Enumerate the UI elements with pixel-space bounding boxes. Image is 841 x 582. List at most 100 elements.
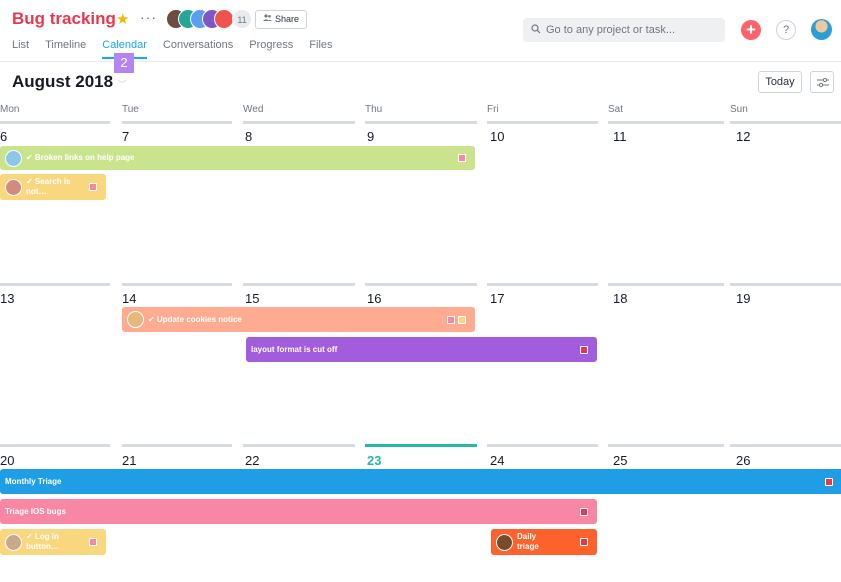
- day-cell-number[interactable]: 12: [736, 129, 750, 144]
- tag-marker: [89, 183, 97, 191]
- day-cell-number[interactable]: 15: [245, 291, 259, 306]
- tag-marker: [447, 315, 455, 324]
- day-divider: [122, 121, 232, 124]
- day-cell-number[interactable]: 26: [736, 453, 750, 468]
- task-bar[interactable]: layout format is cut off: [246, 337, 597, 362]
- tag-marker: [825, 477, 833, 486]
- task-title: ✔ Search is not…: [26, 177, 71, 196]
- assignee-avatar: [5, 178, 22, 196]
- task-bar[interactable]: Daily triage: [491, 529, 597, 555]
- help-button[interactable]: ?: [776, 20, 796, 40]
- task-title: ✔ Update cookies notice: [148, 314, 242, 324]
- tag-marker: [89, 538, 97, 546]
- today-divider: [365, 444, 477, 447]
- tab-list[interactable]: List: [12, 39, 29, 59]
- task-title: Daily triage: [517, 532, 539, 551]
- day-divider: [365, 283, 477, 286]
- tag-marker: [458, 315, 466, 324]
- star-icon[interactable]: ★: [116, 10, 129, 28]
- step-badge: 2: [114, 53, 134, 73]
- day-divider: [0, 444, 110, 447]
- day-divider: [122, 444, 232, 447]
- assignee-avatar: [5, 149, 22, 167]
- task-title: ✔ Broken links on help page: [26, 153, 135, 162]
- day-divider: [730, 283, 841, 286]
- day-cell-number[interactable]: 20: [0, 453, 14, 468]
- day-cell-number[interactable]: 25: [613, 453, 627, 468]
- weekday-thu: Thu: [365, 104, 383, 115]
- day-cell-number[interactable]: 6: [0, 129, 7, 144]
- day-divider: [0, 283, 110, 286]
- member-avatar: [214, 9, 234, 29]
- day-cell-number[interactable]: 18: [613, 291, 627, 306]
- task-bar[interactable]: ✔ Broken links on help page: [0, 146, 475, 170]
- day-cell-number[interactable]: 24: [490, 453, 504, 468]
- day-divider: [608, 121, 724, 124]
- tab-timeline[interactable]: Timeline: [45, 39, 86, 59]
- day-divider: [122, 283, 232, 286]
- weekday-mon: Mon: [0, 104, 20, 115]
- day-cell-number[interactable]: 10: [490, 129, 504, 144]
- month-title[interactable]: August 2018: [12, 72, 113, 92]
- task-bar[interactable]: ✔ Search is not…: [0, 174, 106, 200]
- share-label: Share: [275, 14, 300, 24]
- weekday-tue: Tue: [122, 104, 139, 115]
- assignee-avatar: [5, 533, 22, 551]
- day-divider: [365, 121, 477, 124]
- tab-progress[interactable]: Progress: [249, 39, 293, 59]
- day-cell-number[interactable]: 8: [245, 129, 252, 144]
- day-cell-number[interactable]: 21: [122, 453, 136, 468]
- filter-settings-button[interactable]: [810, 71, 834, 93]
- day-cell-number[interactable]: 17: [490, 291, 504, 306]
- day-divider: [730, 444, 841, 447]
- assignee-avatar: [496, 533, 513, 551]
- user-avatar[interactable]: [811, 19, 832, 40]
- search-icon: [531, 23, 541, 37]
- task-bar[interactable]: ✔ Log in button…: [0, 529, 106, 555]
- task-title: Triage IOS bugs: [5, 506, 66, 516]
- day-divider: [243, 121, 355, 124]
- today-button[interactable]: Today: [758, 71, 802, 93]
- tab-conversations[interactable]: Conversations: [163, 39, 233, 59]
- day-cell-number[interactable]: 19: [736, 291, 750, 306]
- day-divider: [487, 444, 598, 447]
- chevron-down-icon[interactable]: ﹀: [117, 76, 127, 91]
- today-cell-number[interactable]: 23: [367, 453, 381, 468]
- day-cell-number[interactable]: 9: [367, 129, 374, 144]
- day-divider: [243, 283, 355, 286]
- task-bar[interactable]: Monthly Triage: [0, 469, 841, 494]
- day-divider: [608, 444, 724, 447]
- day-divider: [487, 283, 598, 286]
- task-title: ✔ Log in button…: [26, 532, 59, 551]
- share-button[interactable]: Share: [255, 10, 308, 29]
- weekday-wed: Wed: [243, 104, 264, 115]
- quick-add-button[interactable]: +: [741, 20, 761, 40]
- day-divider: [0, 121, 110, 124]
- task-title: layout format is cut off: [251, 344, 338, 354]
- weekday-sun: Sun: [730, 104, 748, 115]
- sliders-icon: [817, 77, 829, 88]
- day-cell-number[interactable]: 14: [122, 291, 136, 306]
- day-divider: [487, 121, 598, 124]
- day-divider: [730, 121, 841, 124]
- day-cell-number[interactable]: 7: [122, 129, 129, 144]
- weekday-fri: Fri: [487, 104, 499, 115]
- project-tabs: List Timeline Calendar Conversations Pro…: [12, 39, 333, 59]
- day-divider: [608, 283, 724, 286]
- task-title: Monthly Triage: [5, 476, 62, 486]
- day-cell-number[interactable]: 16: [367, 291, 381, 306]
- tab-files[interactable]: Files: [309, 39, 332, 59]
- tag-marker: [580, 538, 588, 546]
- day-cell-number[interactable]: 13: [0, 291, 14, 306]
- ellipsis-icon[interactable]: ···: [140, 9, 157, 25]
- search-placeholder: Go to any project or task...: [546, 24, 676, 36]
- task-bar[interactable]: ✔ Update cookies notice: [122, 307, 475, 332]
- day-cell-number[interactable]: 11: [613, 129, 627, 144]
- project-title[interactable]: Bug tracking: [12, 9, 116, 29]
- day-cell-number[interactable]: 22: [245, 453, 259, 468]
- assignee-avatar: [127, 311, 144, 328]
- search-input[interactable]: Go to any project or task...: [523, 18, 725, 42]
- task-bar[interactable]: Triage IOS bugs: [0, 499, 597, 524]
- tag-marker: [580, 507, 588, 516]
- tag-marker: [458, 154, 466, 162]
